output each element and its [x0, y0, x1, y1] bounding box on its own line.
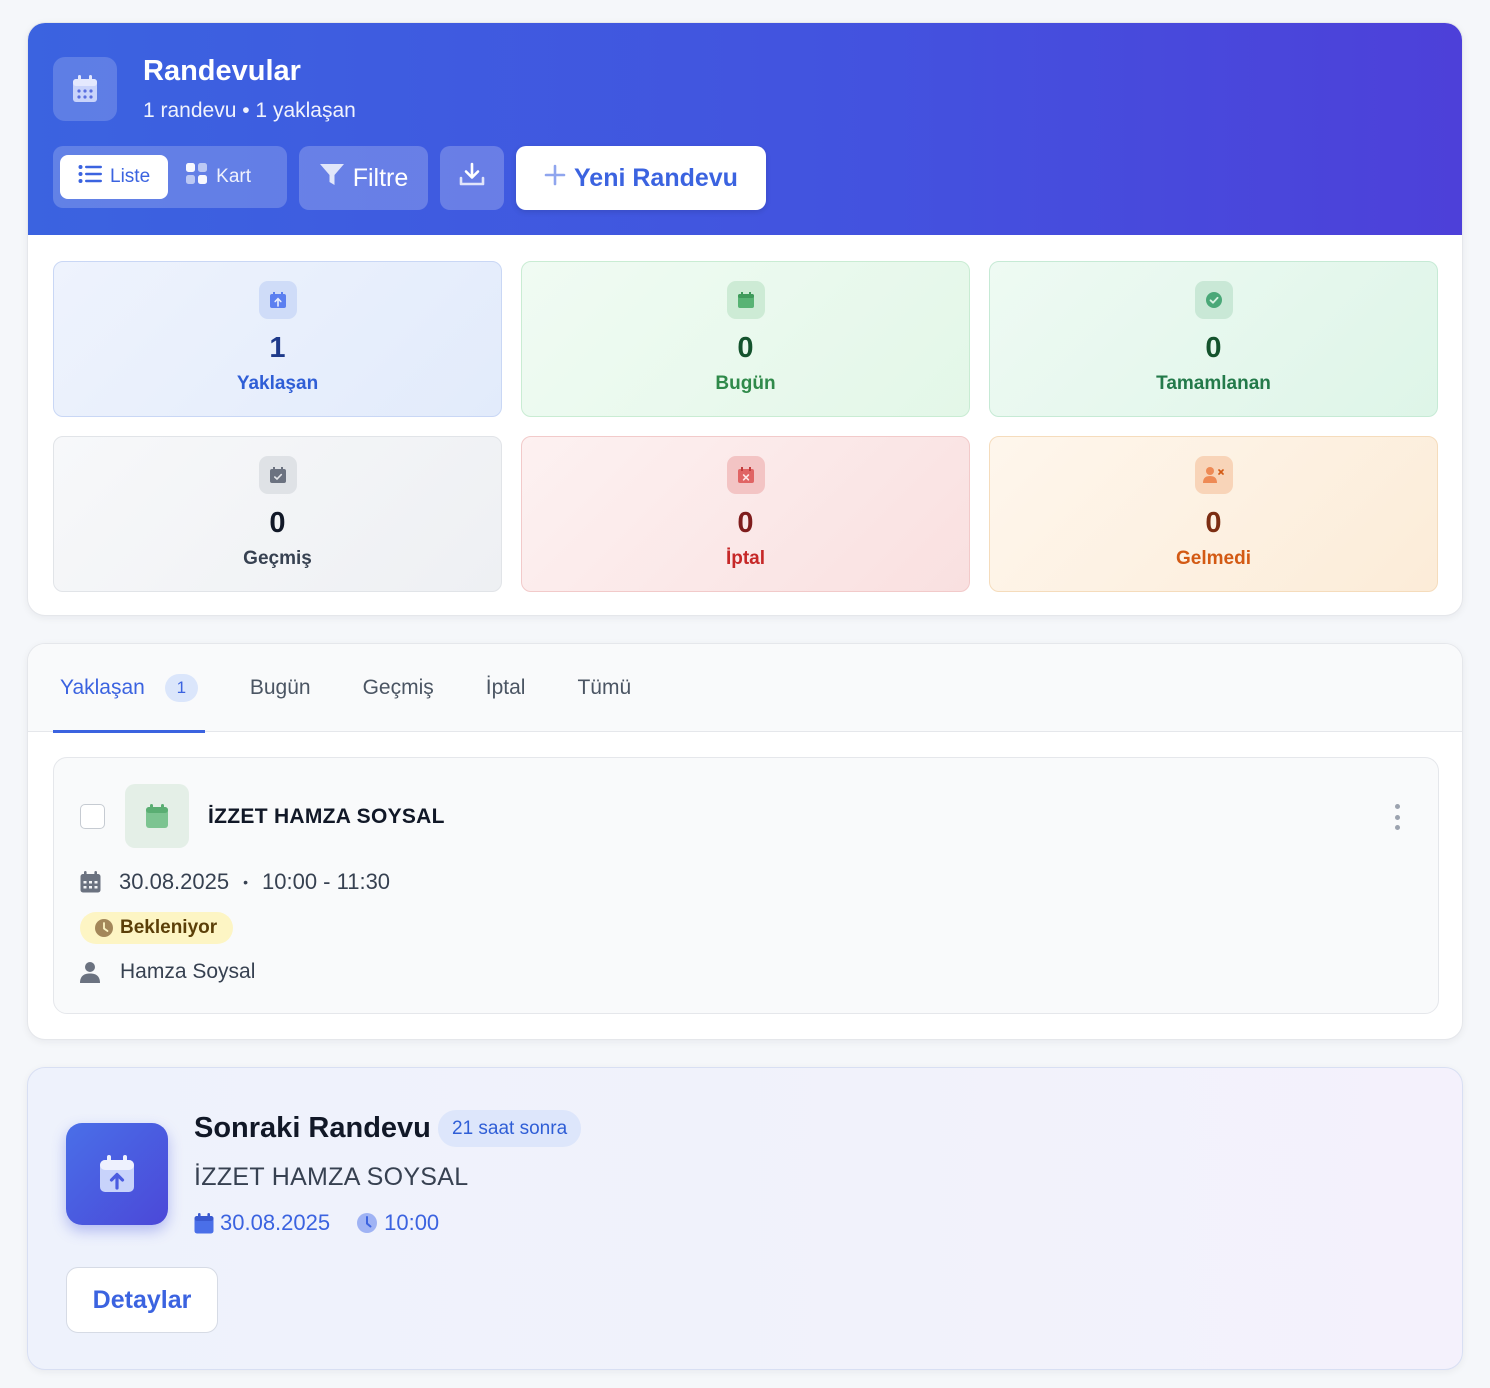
stat-label: Gelmedi — [1176, 548, 1251, 569]
calendar-arrow-up-icon — [258, 281, 297, 319]
appointments-list-card: Yaklaşan 1 Bugün Geçmiş İptal Tümü İZZET… — [27, 643, 1463, 1040]
next-appointment-time: 10:00 — [384, 1210, 440, 1235]
filter-icon — [319, 163, 345, 194]
stat-value: 0 — [269, 507, 286, 539]
grid-icon — [186, 163, 208, 191]
stat-value: 1 — [269, 332, 286, 364]
tab-today[interactable]: Bugün — [243, 644, 318, 732]
appointments-header-card: Randevular 1 randevu • 1 yaklaşan Liste … — [27, 22, 1463, 616]
stat-today[interactable]: 0 Bugün — [521, 261, 970, 417]
calendar-x-icon — [726, 456, 765, 494]
tab-upcoming[interactable]: Yaklaşan 1 — [53, 644, 205, 733]
card-view-button[interactable]: Kart — [174, 155, 263, 199]
stat-upcoming[interactable]: 1 Yaklaşan — [53, 261, 502, 417]
download-button[interactable] — [440, 146, 504, 210]
status-label: Bekleniyor — [120, 917, 218, 938]
separator-dot: • — [243, 874, 249, 890]
more-options-icon[interactable] — [1392, 804, 1402, 830]
tab-cancelled[interactable]: İptal — [479, 644, 533, 732]
user-x-icon — [1194, 456, 1233, 494]
appointment-person: Hamza Soysal — [80, 960, 255, 984]
calendar-check-icon — [258, 456, 297, 494]
tab-label: İptal — [485, 675, 526, 699]
stat-label: İptal — [725, 548, 766, 569]
next-appointment-card: Sonraki Randevu 21 saat sonra İZZET HAMZ… — [27, 1067, 1463, 1370]
stat-value: 0 — [1205, 332, 1222, 364]
user-icon — [80, 961, 100, 983]
stat-value: 0 — [737, 332, 754, 364]
calendar-icon — [80, 871, 101, 893]
tab-all[interactable]: Tümü — [570, 644, 638, 732]
list-view-button[interactable]: Liste — [60, 155, 169, 199]
page-subtitle: 1 randevu • 1 yaklaşan — [143, 99, 356, 122]
stat-no-show[interactable]: 0 Gelmedi — [989, 436, 1438, 592]
calendar-icon — [726, 281, 765, 319]
details-button[interactable]: Detaylar — [66, 1267, 218, 1333]
filter-label: Filtre — [352, 163, 409, 192]
status-badge: Bekleniyor — [80, 912, 234, 944]
header-toolbar: Liste Kart Filtre Yeni Randevu — [53, 146, 766, 210]
filter-button[interactable]: Filtre — [299, 146, 428, 210]
appointment-datetime: 30.08.2025 • 10:00 - 11:30 — [80, 869, 390, 895]
next-appointment-datetime: 30.08.2025 10:00 — [194, 1210, 439, 1236]
tab-label: Geçmiş — [362, 675, 434, 699]
tab-count-badge: 1 — [164, 673, 198, 702]
list-icon — [78, 164, 102, 190]
appointment-time: 10:00 - 11:30 — [262, 869, 391, 894]
tab-past[interactable]: Geçmiş — [356, 644, 441, 732]
stat-past[interactable]: 0 Geçmiş — [53, 436, 502, 592]
stats-grid: 1 Yaklaşan 0 Bugün 0 Tamamlanan 0 Geçmiş — [53, 261, 1438, 592]
select-checkbox[interactable] — [80, 804, 105, 829]
clock-icon — [356, 1212, 378, 1234]
tab-label: Yaklaşan — [60, 675, 145, 699]
stat-value: 0 — [1205, 507, 1222, 539]
new-appointment-button[interactable]: Yeni Randevu — [516, 146, 766, 210]
calendar-icon — [125, 784, 189, 848]
view-toggle: Liste Kart — [53, 146, 287, 208]
page-title: Randevular — [143, 55, 301, 87]
appointment-title: İZZET HAMZA SOYSAL — [208, 805, 445, 828]
appointment-date: 30.08.2025 — [119, 869, 230, 894]
next-appointment-title: Sonraki Randevu — [194, 1112, 431, 1144]
tab-bar: Yaklaşan 1 Bugün Geçmiş İptal Tümü — [28, 644, 1462, 733]
plus-icon — [544, 164, 566, 193]
tab-label: Tümü — [577, 675, 632, 699]
calendar-arrow-up-icon — [66, 1123, 168, 1225]
tab-label: Bugün — [249, 675, 311, 699]
time-until-badge: 21 saat sonra — [438, 1110, 582, 1147]
stat-value: 0 — [737, 507, 754, 539]
check-circle-icon — [1194, 281, 1233, 319]
person-name: Hamza Soysal — [120, 960, 256, 983]
next-appointment-name: İZZET HAMZA SOYSAL — [194, 1163, 469, 1191]
appointment-item[interactable]: İZZET HAMZA SOYSAL 30.08.2025 • 10:00 - … — [53, 757, 1439, 1014]
card-view-label: Kart — [216, 166, 251, 187]
calendar-icon — [53, 57, 117, 121]
header-banner: Randevular 1 randevu • 1 yaklaşan Liste … — [28, 23, 1462, 235]
stat-label: Bugün — [715, 373, 776, 394]
new-appointment-label: Yeni Randevu — [574, 163, 738, 192]
download-icon — [459, 162, 485, 195]
stat-label: Geçmiş — [243, 548, 312, 569]
calendar-icon — [194, 1212, 214, 1234]
stat-label: Yaklaşan — [236, 373, 319, 394]
clock-icon — [94, 918, 114, 938]
stat-cancelled[interactable]: 0 İptal — [521, 436, 970, 592]
stat-label: Tamamlanan — [1156, 373, 1271, 394]
stat-completed[interactable]: 0 Tamamlanan — [989, 261, 1438, 417]
next-appointment-date: 30.08.2025 — [220, 1210, 331, 1235]
list-view-label: Liste — [110, 166, 151, 187]
